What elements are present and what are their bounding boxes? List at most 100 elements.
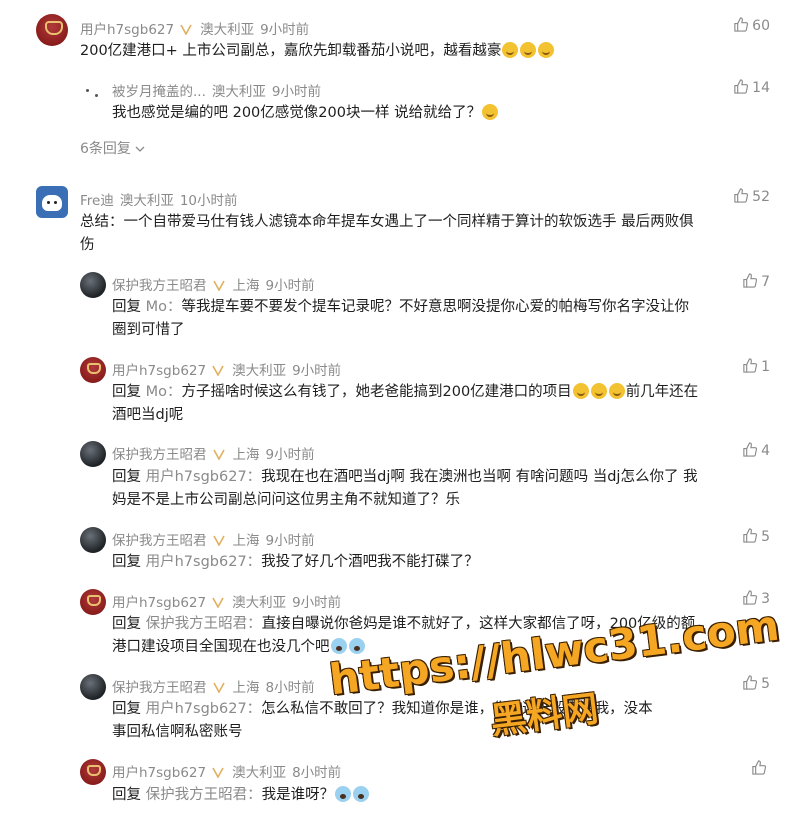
like-button[interactable]: 60 bbox=[733, 17, 770, 34]
timestamp: 9小时前 bbox=[292, 363, 342, 379]
vip-badge-icon bbox=[212, 597, 224, 608]
region: 上海 bbox=[232, 278, 260, 294]
vip-badge-icon bbox=[212, 767, 224, 778]
avatar[interactable] bbox=[80, 527, 106, 553]
chevron-down-icon bbox=[135, 146, 145, 152]
thumbs-up-icon bbox=[734, 188, 749, 203]
vip-badge-icon bbox=[212, 535, 225, 546]
like-button[interactable]: 5 bbox=[742, 528, 770, 545]
shocked-emoji-icon bbox=[330, 638, 347, 654]
avatar[interactable] bbox=[80, 589, 106, 615]
avatar[interactable] bbox=[36, 186, 68, 218]
avatar[interactable] bbox=[80, 357, 106, 383]
like-count: 60 bbox=[752, 18, 770, 34]
username[interactable]: 用户h7sgb627 bbox=[112, 595, 206, 611]
mention[interactable]: 保护我方王昭君： bbox=[146, 787, 262, 803]
comment-meta: Fre迪 澳大利亚 10小时前 bbox=[80, 189, 244, 209]
comment-text: 我也感觉是编的吧 200亿感觉像200块一样 说给就给了？ bbox=[112, 102, 752, 125]
comment-meta: 用户h7sgb627 澳大利亚 8小时前 bbox=[112, 761, 347, 781]
like-button[interactable] bbox=[751, 760, 770, 777]
timestamp: 9小时前 bbox=[265, 447, 315, 463]
avatar[interactable] bbox=[36, 14, 68, 46]
timestamp: 9小时前 bbox=[292, 595, 342, 611]
region: 澳大利亚 bbox=[232, 363, 287, 379]
expand-replies-button[interactable]: 6条回复 bbox=[80, 138, 145, 158]
comment-meta: 用户h7sgb627 澳大利亚 9小时前 bbox=[80, 18, 315, 38]
username[interactable]: 用户h7sgb627 bbox=[80, 22, 174, 38]
comment-meta: 被岁月掩盖的... 澳大利亚 9小时前 bbox=[112, 80, 327, 100]
laugh-emoji-icon bbox=[482, 104, 499, 120]
timestamp: 9小时前 bbox=[265, 278, 315, 294]
reply-text: 回复 用户h7sgb627：怎么私信不敢回了？我知道你是谁，你在这诋毁造谣我，没… bbox=[112, 701, 653, 740]
username[interactable]: Fre迪 bbox=[80, 193, 114, 209]
vip-badge-icon bbox=[212, 682, 225, 693]
avatar[interactable] bbox=[80, 759, 106, 785]
comment-text: 200亿建港口+ 上市公司副总，嘉欣先卸载番茄小说吧，越看越豪 bbox=[80, 40, 760, 63]
like-button[interactable]: 1 bbox=[742, 358, 770, 375]
timestamp: 9小时前 bbox=[260, 22, 310, 38]
username[interactable]: 被岁月掩盖的... bbox=[112, 84, 206, 100]
mention[interactable]: 用户h7sgb627： bbox=[146, 554, 262, 570]
comment-text: 总结：一个自带爱马仕有钱人滤镜本命年提车女遇上了一个同样精于算计的软饭选手 最后… bbox=[80, 214, 694, 253]
thumbs-up-icon bbox=[743, 273, 758, 288]
vip-badge-icon bbox=[212, 280, 225, 291]
thumbs-up-icon bbox=[734, 17, 749, 32]
like-count: 4 bbox=[761, 443, 770, 459]
thumbs-up-icon bbox=[743, 358, 758, 373]
laugh-emoji-icon bbox=[538, 42, 555, 58]
like-button[interactable]: 5 bbox=[742, 675, 770, 692]
laugh-emoji-icon bbox=[590, 383, 607, 399]
reply-text: 回复 用户h7sgb627：我投了好几个酒吧我不能打碟了？ bbox=[112, 554, 479, 570]
region: 上海 bbox=[232, 680, 260, 696]
mention[interactable]: Mo： bbox=[146, 384, 182, 400]
laugh-emoji-icon bbox=[520, 42, 537, 58]
comment-meta: 用户h7sgb627 澳大利亚 9小时前 bbox=[112, 359, 347, 379]
reply-text: 回复 用户h7sgb627：我现在也在酒吧当dj啊 我在澳洲也当啊 有啥问题吗 … bbox=[112, 469, 698, 508]
timestamp: 10小时前 bbox=[179, 193, 238, 209]
thumbs-up-icon bbox=[734, 79, 749, 94]
username[interactable]: 用户h7sgb627 bbox=[112, 765, 206, 781]
shocked-emoji-icon bbox=[335, 786, 352, 802]
comment-meta: 保护我方王昭君 上海 8小时前 bbox=[112, 676, 321, 696]
region: 澳大利亚 bbox=[200, 22, 255, 38]
like-button[interactable]: 14 bbox=[733, 79, 770, 96]
username[interactable]: 保护我方王昭君 bbox=[112, 680, 207, 696]
reply-text: 回复 Mo：方子摇啥时候这么有钱了，她老爸能搞到200亿建港口的项目 前几年还在 … bbox=[112, 383, 699, 423]
reply-text: 回复 保护我方王昭君：我是谁呀？ bbox=[112, 784, 772, 807]
thumbs-up-icon bbox=[743, 675, 758, 690]
like-count: 5 bbox=[761, 529, 770, 545]
username[interactable]: 用户h7sgb627 bbox=[112, 363, 206, 379]
avatar[interactable] bbox=[80, 272, 106, 298]
timestamp: 8小时前 bbox=[265, 680, 315, 696]
mention[interactable]: Mo： bbox=[146, 299, 182, 315]
like-count: 5 bbox=[761, 676, 770, 692]
like-button[interactable]: 7 bbox=[742, 273, 770, 290]
like-count: 1 bbox=[761, 359, 770, 375]
like-button[interactable]: 52 bbox=[733, 188, 770, 205]
like-count: 52 bbox=[752, 189, 770, 205]
like-button[interactable]: 4 bbox=[742, 442, 770, 459]
vip-badge-icon bbox=[180, 24, 192, 35]
region: 澳大利亚 bbox=[211, 84, 266, 100]
avatar[interactable] bbox=[80, 441, 106, 467]
mention[interactable]: 用户h7sgb627： bbox=[146, 469, 262, 485]
comment-meta: 用户h7sgb627 澳大利亚 9小时前 bbox=[112, 591, 347, 611]
laugh-emoji-icon bbox=[502, 42, 519, 58]
timestamp: 8小时前 bbox=[292, 765, 342, 781]
region: 澳大利亚 bbox=[119, 193, 174, 209]
mention[interactable]: 保护我方王昭君： bbox=[146, 616, 262, 632]
avatar[interactable] bbox=[80, 78, 106, 104]
thumbs-up-icon bbox=[743, 442, 758, 457]
laugh-emoji-icon bbox=[572, 383, 589, 399]
username[interactable]: 保护我方王昭君 bbox=[112, 278, 207, 294]
mention[interactable]: 用户h7sgb627： bbox=[146, 701, 262, 717]
avatar[interactable] bbox=[80, 674, 106, 700]
vip-badge-icon bbox=[212, 449, 225, 460]
thumbs-up-icon bbox=[743, 528, 758, 543]
comment-meta: 保护我方王昭君 上海 9小时前 bbox=[112, 274, 321, 294]
region: 上海 bbox=[232, 533, 260, 549]
region: 澳大利亚 bbox=[232, 765, 287, 781]
vip-badge-icon bbox=[212, 365, 224, 376]
username[interactable]: 保护我方王昭君 bbox=[112, 533, 207, 549]
username[interactable]: 保护我方王昭君 bbox=[112, 447, 207, 463]
